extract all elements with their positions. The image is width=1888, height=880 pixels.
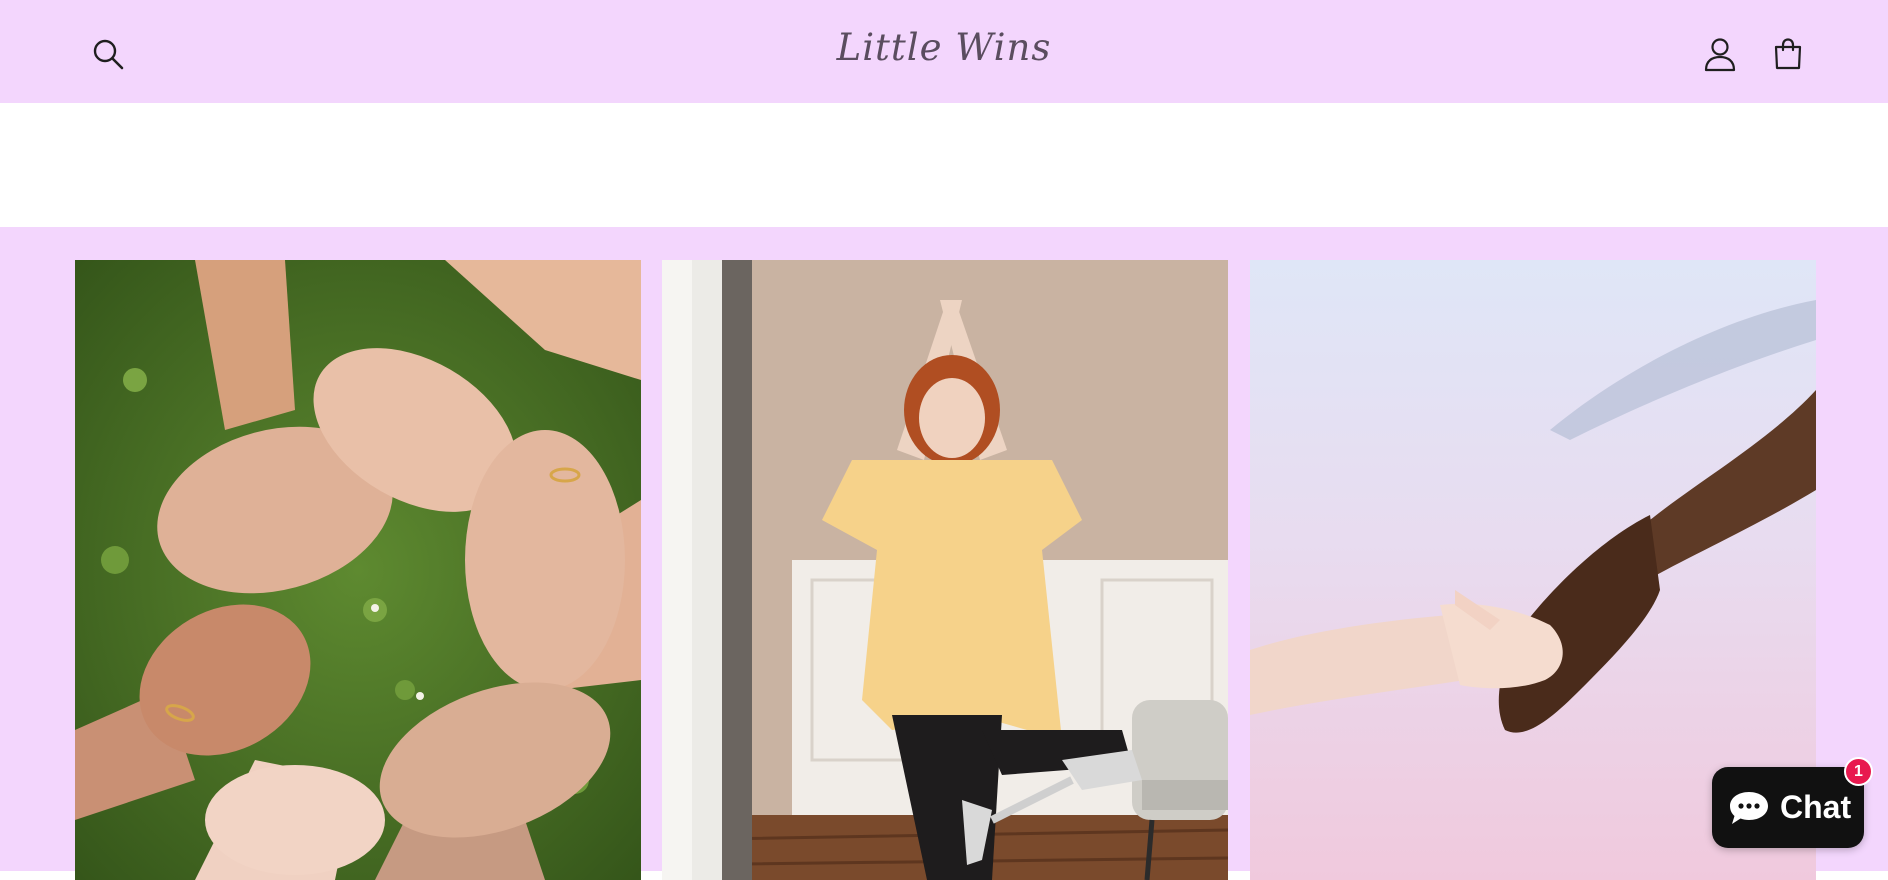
account-button[interactable] [1700,34,1740,74]
chat-label: Chat [1780,789,1852,825]
gallery-image-hands-circle[interactable] [75,260,641,880]
gallery-image-yoga-pose[interactable] [662,260,1228,880]
image-gallery [0,227,1888,880]
hands-circle-image [75,260,641,880]
chat-button[interactable]: Chat [1712,767,1864,848]
cart-button[interactable] [1768,34,1808,74]
site-logo[interactable]: Little Wins [0,26,1888,69]
chat-notification-badge: 1 [1844,757,1873,786]
cart-icon [1774,38,1802,70]
account-icon [1704,38,1736,72]
yoga-pose-image [662,260,1228,880]
chat-bubble-icon [1730,791,1768,824]
site-header: Little Wins [0,0,1888,103]
announcement-spacer [0,103,1888,227]
